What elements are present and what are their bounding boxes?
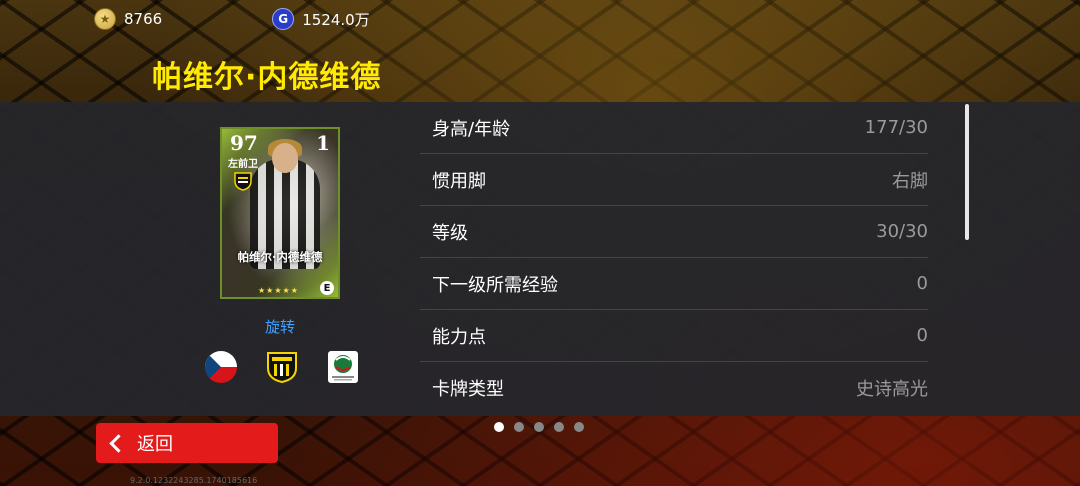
chevron-left-icon [109,433,128,453]
page-indicator [494,422,584,432]
stat-row-preferred-foot: 惯用脚 右脚 [420,154,928,206]
player-detail-panel: 97 1 左前卫 帕维尔·内德维德 ★★★★★ E 旋转 身高/年龄 177/3… [0,102,1080,416]
back-button[interactable]: 返回 [96,423,278,463]
stat-label: 等级 [432,222,468,244]
page-dot[interactable] [534,422,544,432]
player-title: 帕维尔·内德维德 [152,60,382,95]
card-rating: 97 [230,131,258,155]
stat-value: 右脚 [892,170,928,192]
czech-flag-icon[interactable] [204,350,238,384]
stat-label: 卡牌类型 [432,378,504,400]
stat-label: 下一级所需经验 [432,274,558,296]
stat-label: 能力点 [432,326,486,348]
league-logo-icon[interactable] [326,350,360,384]
player-card[interactable]: 97 1 左前卫 帕维尔·内德维德 ★★★★★ E [220,127,340,299]
coin-balance: ★ 8766 [94,8,162,30]
stat-value: 30/30 [876,221,928,242]
card-stars: ★★★★★ [258,286,299,295]
version-text: 9.2.0.1232243285.1740185616 [130,476,258,485]
stat-row-skill-points: 能力点 0 [420,310,928,362]
gp-balance: G 1524.0万 [272,8,370,30]
stat-row-height-age: 身高/年龄 177/30 [420,102,928,154]
page-dot[interactable] [554,422,564,432]
gp-icon: G [272,8,295,30]
coin-icon: ★ [94,8,116,30]
rotate-button[interactable]: 旋转 [250,316,310,337]
stat-row-next-level-exp: 下一级所需经验 0 [420,258,928,310]
page-dot[interactable] [574,422,584,432]
badge-row [204,350,360,384]
card-type-icon: E [320,281,334,295]
stats-list: 身高/年龄 177/30 惯用脚 右脚 等级 30/30 下一级所需经验 0 能… [420,102,928,413]
card-player-name: 帕维尔·内德维德 [237,250,323,264]
stat-value: 177/30 [864,117,928,138]
player-head [272,143,298,173]
stat-value: 0 [916,325,928,346]
card-club-crest-icon [234,172,252,191]
gp-amount: 1524.0万 [302,10,370,29]
card-position: 左前卫 [228,159,258,170]
stats-scrollbar[interactable] [965,104,969,240]
coin-amount: 8766 [124,10,163,28]
stat-row-level: 等级 30/30 [420,206,928,258]
page-dot[interactable] [514,422,524,432]
stat-label: 身高/年龄 [432,118,511,140]
stat-value: 史诗高光 [856,378,928,400]
club-crest-icon[interactable] [265,350,299,384]
stat-row-card-type: 卡牌类型 史诗高光 [420,362,928,413]
card-level: 1 [316,131,330,155]
currency-bar: ★ 8766 G 1524.0万 [94,8,480,30]
back-label: 返回 [137,434,173,455]
page-dot[interactable] [494,422,504,432]
stat-value: 0 [916,273,928,294]
stat-label: 惯用脚 [432,170,486,192]
